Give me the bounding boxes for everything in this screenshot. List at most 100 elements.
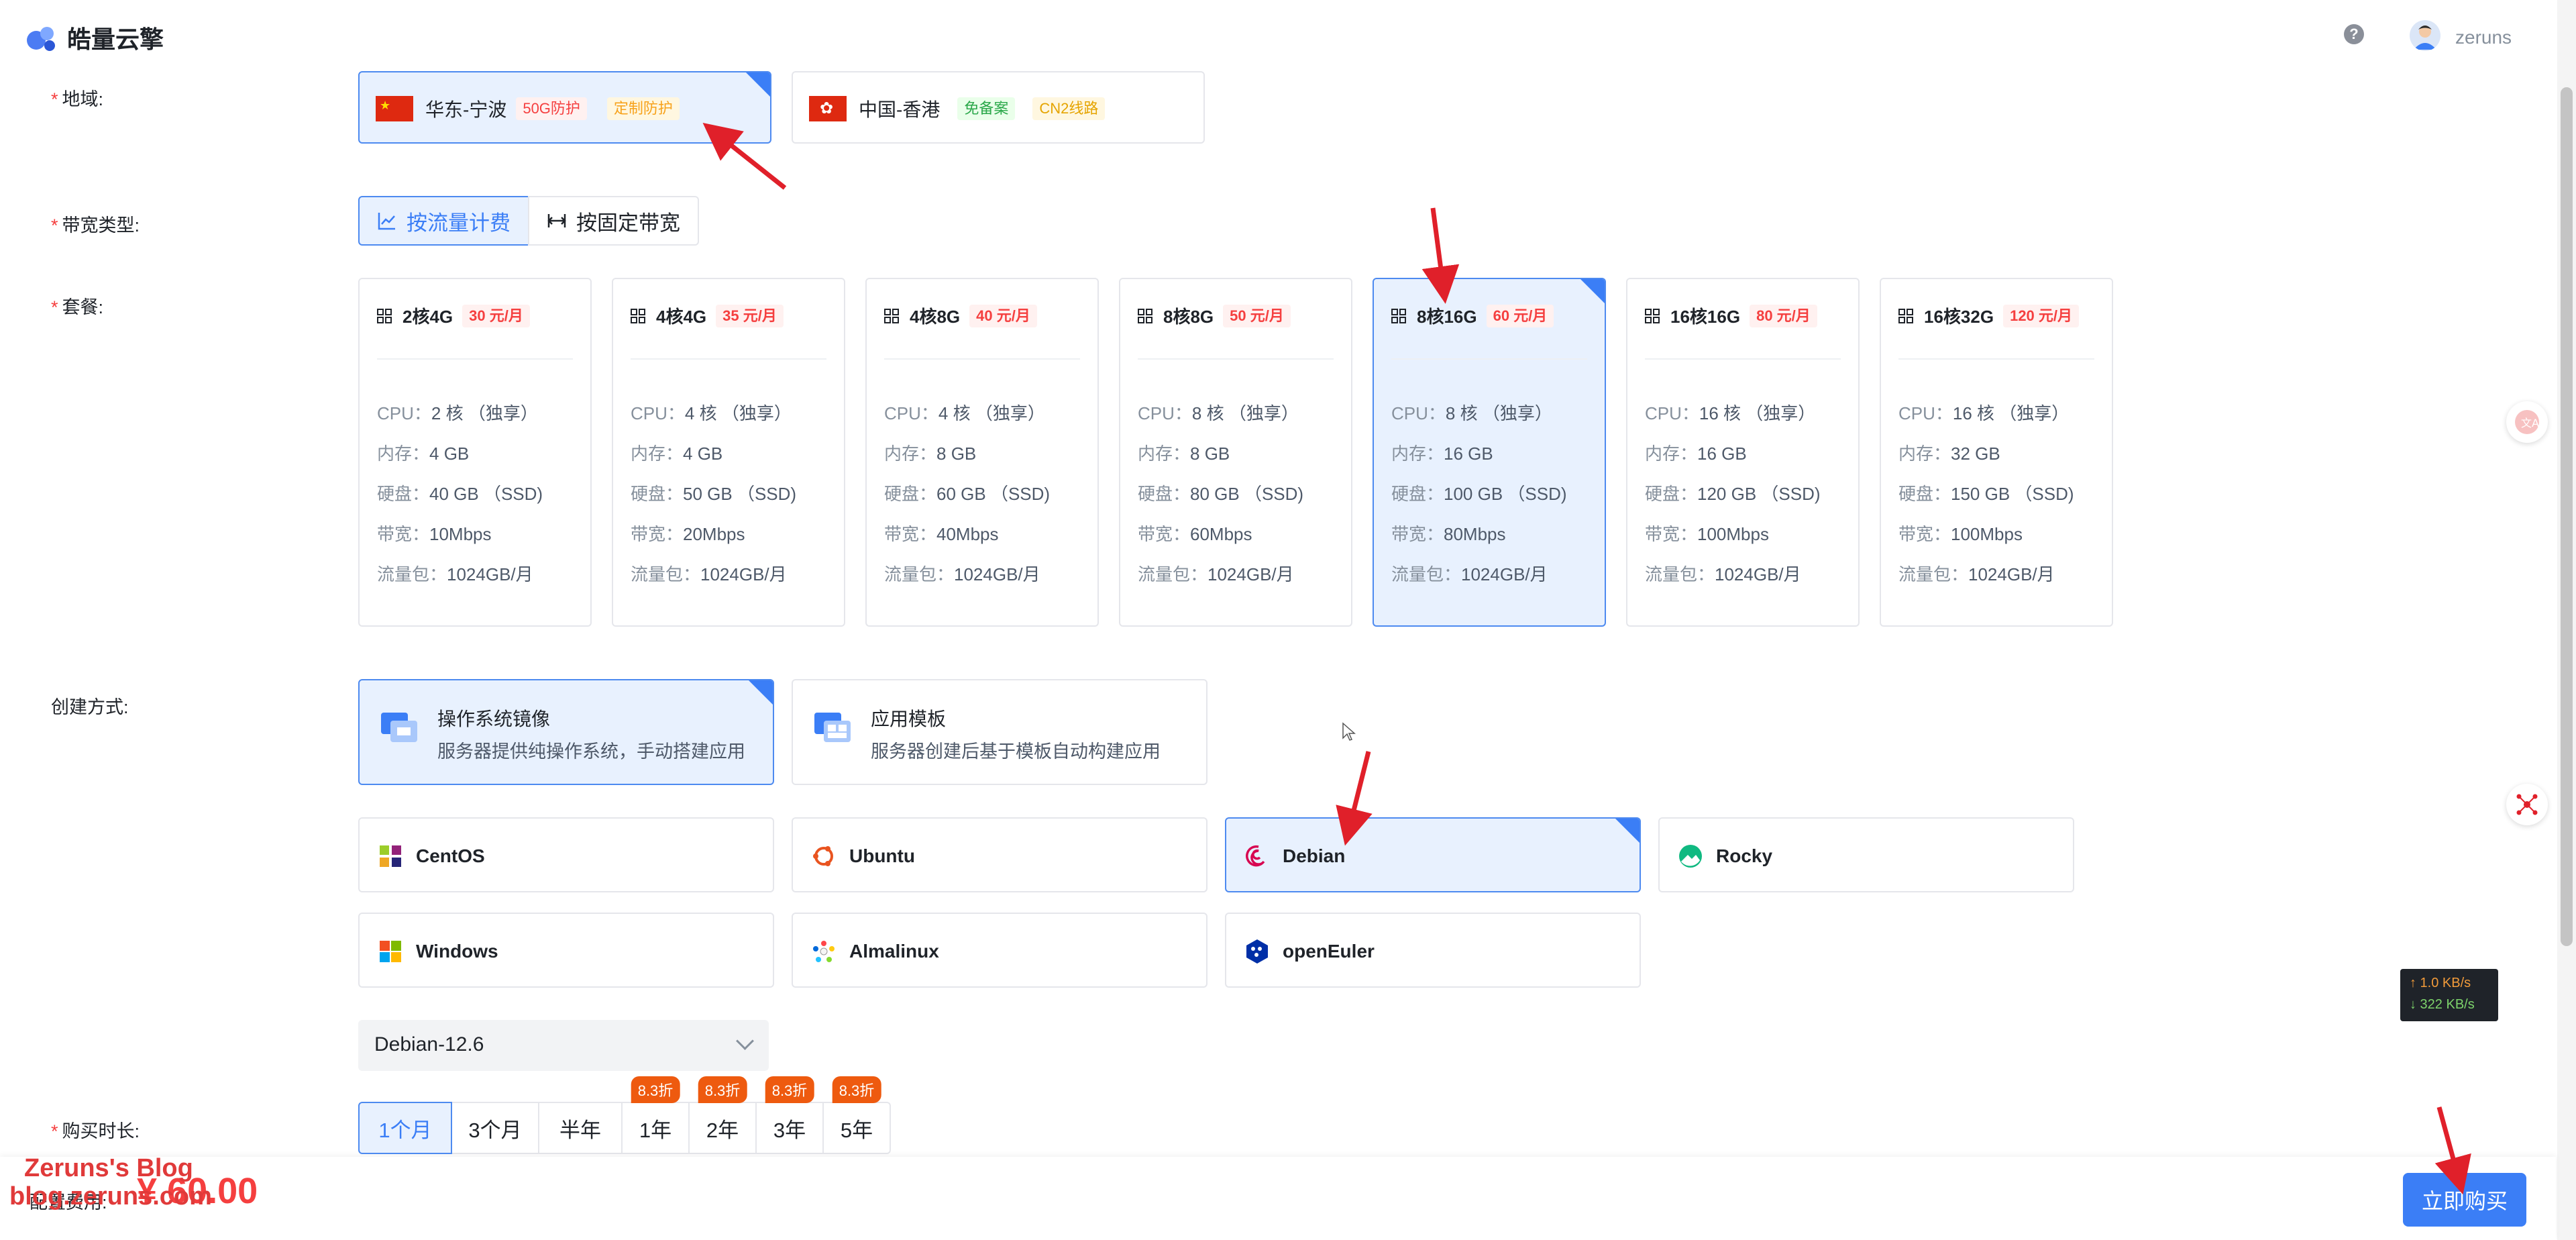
package-divider xyxy=(377,358,573,360)
spec-key: 带宽： xyxy=(884,524,937,544)
discount-badge: 8.3折 xyxy=(698,1076,747,1103)
ai-assistant-float-button[interactable] xyxy=(2506,784,2548,825)
package-name: 16核32G xyxy=(1924,307,1994,327)
duration-option[interactable]: 1个月 xyxy=(358,1102,452,1154)
selected-corner-mark xyxy=(1615,819,1640,843)
region-tag: CN2线路 xyxy=(1032,97,1106,120)
package-card[interactable]: 8核8G 50 元/月 CPU：8 核 （独享） 内存：8 GB 硬盘：80 GB （S… xyxy=(1119,278,1352,627)
package-name: 2核4G xyxy=(402,307,453,327)
package-card[interactable]: 16核16G 80 元/月 CPU：16 核 （独享） 内存：16 GB 硬盘：120 … xyxy=(1626,278,1860,627)
spec-key: CPU： xyxy=(1138,403,1192,423)
avatar-icon xyxy=(2414,25,2436,50)
selected-corner-mark xyxy=(746,72,770,97)
os-card-windows[interactable]: Windows xyxy=(358,913,774,988)
spec-row: 流量包：1024GB/月 xyxy=(1391,554,1567,595)
os-card-ubuntu[interactable]: Ubuntu xyxy=(792,817,1208,892)
user-avatar[interactable] xyxy=(2410,20,2440,51)
os-name: Almalinux xyxy=(849,941,939,962)
duration-label-value: 5年 xyxy=(840,1118,873,1142)
package-name: 8核8G xyxy=(1163,307,1214,327)
package-divider xyxy=(1645,358,1841,360)
spec-key: 内存： xyxy=(1138,444,1191,464)
spec-key: 内存： xyxy=(377,444,430,464)
grid-icon xyxy=(631,308,645,323)
spec-row: 硬盘：60 GB （SSD) xyxy=(884,474,1050,514)
username[interactable]: zeruns xyxy=(2455,27,2512,48)
package-card[interactable]: 16核32G 120 元/月 CPU：16 核 （独享） 内存：32 GB 硬盘：150… xyxy=(1880,278,2113,627)
duration-option[interactable]: 2年 8.3折 xyxy=(688,1076,757,1154)
spec-value: 16 GB xyxy=(1697,444,1747,464)
spec-row: 硬盘：80 GB （SSD) xyxy=(1138,474,1303,514)
brand-name: 皓量云擎 xyxy=(67,25,164,53)
duration-option[interactable]: 5年 8.3折 xyxy=(822,1076,891,1154)
package-label-text: 套餐: xyxy=(62,297,104,317)
os-card-almalinux[interactable]: Almalinux xyxy=(792,913,1208,988)
spec-row: CPU：8 核 （独享） xyxy=(1138,393,1303,433)
chevron-down-icon xyxy=(736,1032,754,1050)
spec-value: 1024GB/月 xyxy=(700,564,787,584)
selected-corner-mark xyxy=(749,680,773,705)
spec-row: 带宽：100Mbps xyxy=(1645,514,1821,554)
grid-icon xyxy=(1138,308,1152,323)
spec-value: 4 GB xyxy=(683,444,723,464)
spec-value: 4 GB xyxy=(429,444,470,464)
spec-row: 流量包：1024GB/月 xyxy=(1138,554,1303,595)
almalinux-icon xyxy=(813,941,835,962)
spec-row: 流量包：1024GB/月 xyxy=(1898,554,2074,595)
duration-option[interactable]: 半年 xyxy=(538,1102,623,1154)
buy-now-button[interactable]: 立即购买 xyxy=(2403,1173,2526,1227)
os-image-icon xyxy=(381,713,417,742)
spec-row: 内存：16 GB xyxy=(1391,433,1567,474)
spec-value: 8 GB xyxy=(1190,444,1230,464)
package-card[interactable]: 2核4G 30 元/月 CPU：2 核 （独享） 内存：4 GB 硬盘：40 GB （S… xyxy=(358,278,592,627)
spec-key: 流量包： xyxy=(1645,564,1715,584)
package-price-tag: 80 元/月 xyxy=(1750,304,1817,327)
package-specs: CPU：2 核 （独享） 内存：4 GB 硬盘：40 GB （SSD) 带宽：10Mb… xyxy=(377,393,543,595)
spec-row: 带宽：10Mbps xyxy=(377,514,543,554)
bandwidth-option-fixed[interactable]: 按固定带宽 xyxy=(528,196,699,246)
os-card-debian[interactable]: Debian xyxy=(1225,817,1641,892)
network-nodes-icon xyxy=(2516,794,2538,815)
package-price-tag: 50 元/月 xyxy=(1223,304,1291,327)
duration-label-value: 2年 xyxy=(706,1118,739,1142)
region-card-ningbo[interactable]: ★ 华东-宁波 50G防护 定制防护 xyxy=(358,71,771,144)
help-icon[interactable]: ? xyxy=(2344,24,2364,44)
package-name: 16核16G xyxy=(1670,307,1741,327)
duration-option[interactable]: 3年 8.3折 xyxy=(755,1076,824,1154)
os-version-select[interactable]: Debian-12.6 xyxy=(358,1020,769,1071)
os-card-openeuler[interactable]: openEuler xyxy=(1225,913,1641,988)
package-header: 4核4G 35 元/月 xyxy=(631,303,784,328)
required-mark: * xyxy=(51,297,58,317)
duration-label-value: 3年 xyxy=(773,1118,806,1142)
spec-key: 硬盘： xyxy=(1391,484,1444,504)
package-name: 8核16G xyxy=(1417,307,1477,327)
method-title: 操作系统镜像 xyxy=(437,709,551,729)
method-card-os-image[interactable]: 操作系统镜像 服务器提供纯操作系统，手动搭建应用 xyxy=(358,679,774,785)
method-card-app-template[interactable]: 应用模板 服务器创建后基于模板自动构建应用 xyxy=(792,679,1208,785)
duration-option[interactable]: 3个月 xyxy=(451,1102,539,1154)
os-card-rocky[interactable]: Rocky xyxy=(1658,817,2074,892)
duration-toggle-group: 1个月 3个月 半年 1年 8.3折 2年 8.3折 3年 8.3折 5年 8.3折 xyxy=(358,1076,891,1154)
spec-row: 硬盘：50 GB （SSD) xyxy=(631,474,796,514)
spec-row: 内存：8 GB xyxy=(1138,433,1303,474)
spec-row: 带宽：100Mbps xyxy=(1898,514,2074,554)
region-card-hongkong[interactable]: ✿ 中国-香港 免备案 CN2线路 xyxy=(792,71,1205,144)
package-card[interactable]: 8核16G 60 元/月 CPU：8 核 （独享） 内存：16 GB 硬盘：100 GB… xyxy=(1373,278,1606,627)
package-header: 16核32G 120 元/月 xyxy=(1898,303,2080,328)
page-scrollbar-thumb[interactable] xyxy=(2561,87,2573,946)
translate-float-button[interactable]: 文A xyxy=(2506,401,2548,443)
hongkong-flag-icon: ✿ xyxy=(809,96,847,121)
spec-row: 内存：32 GB xyxy=(1898,433,2074,474)
bandwidth-option-traffic[interactable]: 按流量计费 xyxy=(358,196,529,246)
package-divider xyxy=(631,358,826,360)
spec-key: CPU： xyxy=(631,403,685,423)
debian-icon xyxy=(1246,845,1265,867)
os-card-centos[interactable]: CentOS xyxy=(358,817,774,892)
package-card[interactable]: 4核4G 35 元/月 CPU：4 核 （独享） 内存：4 GB 硬盘：50 GB （S… xyxy=(612,278,845,627)
download-speed: ↓ 322 KB/s xyxy=(2410,997,2475,1012)
package-card[interactable]: 4核8G 40 元/月 CPU：4 核 （独享） 内存：8 GB 硬盘：60 GB （S… xyxy=(865,278,1099,627)
spec-key: 流量包： xyxy=(1138,564,1208,584)
spec-value: 8 GB xyxy=(936,444,977,464)
spec-key: CPU： xyxy=(1898,403,1953,423)
duration-option[interactable]: 1年 8.3折 xyxy=(621,1076,690,1154)
